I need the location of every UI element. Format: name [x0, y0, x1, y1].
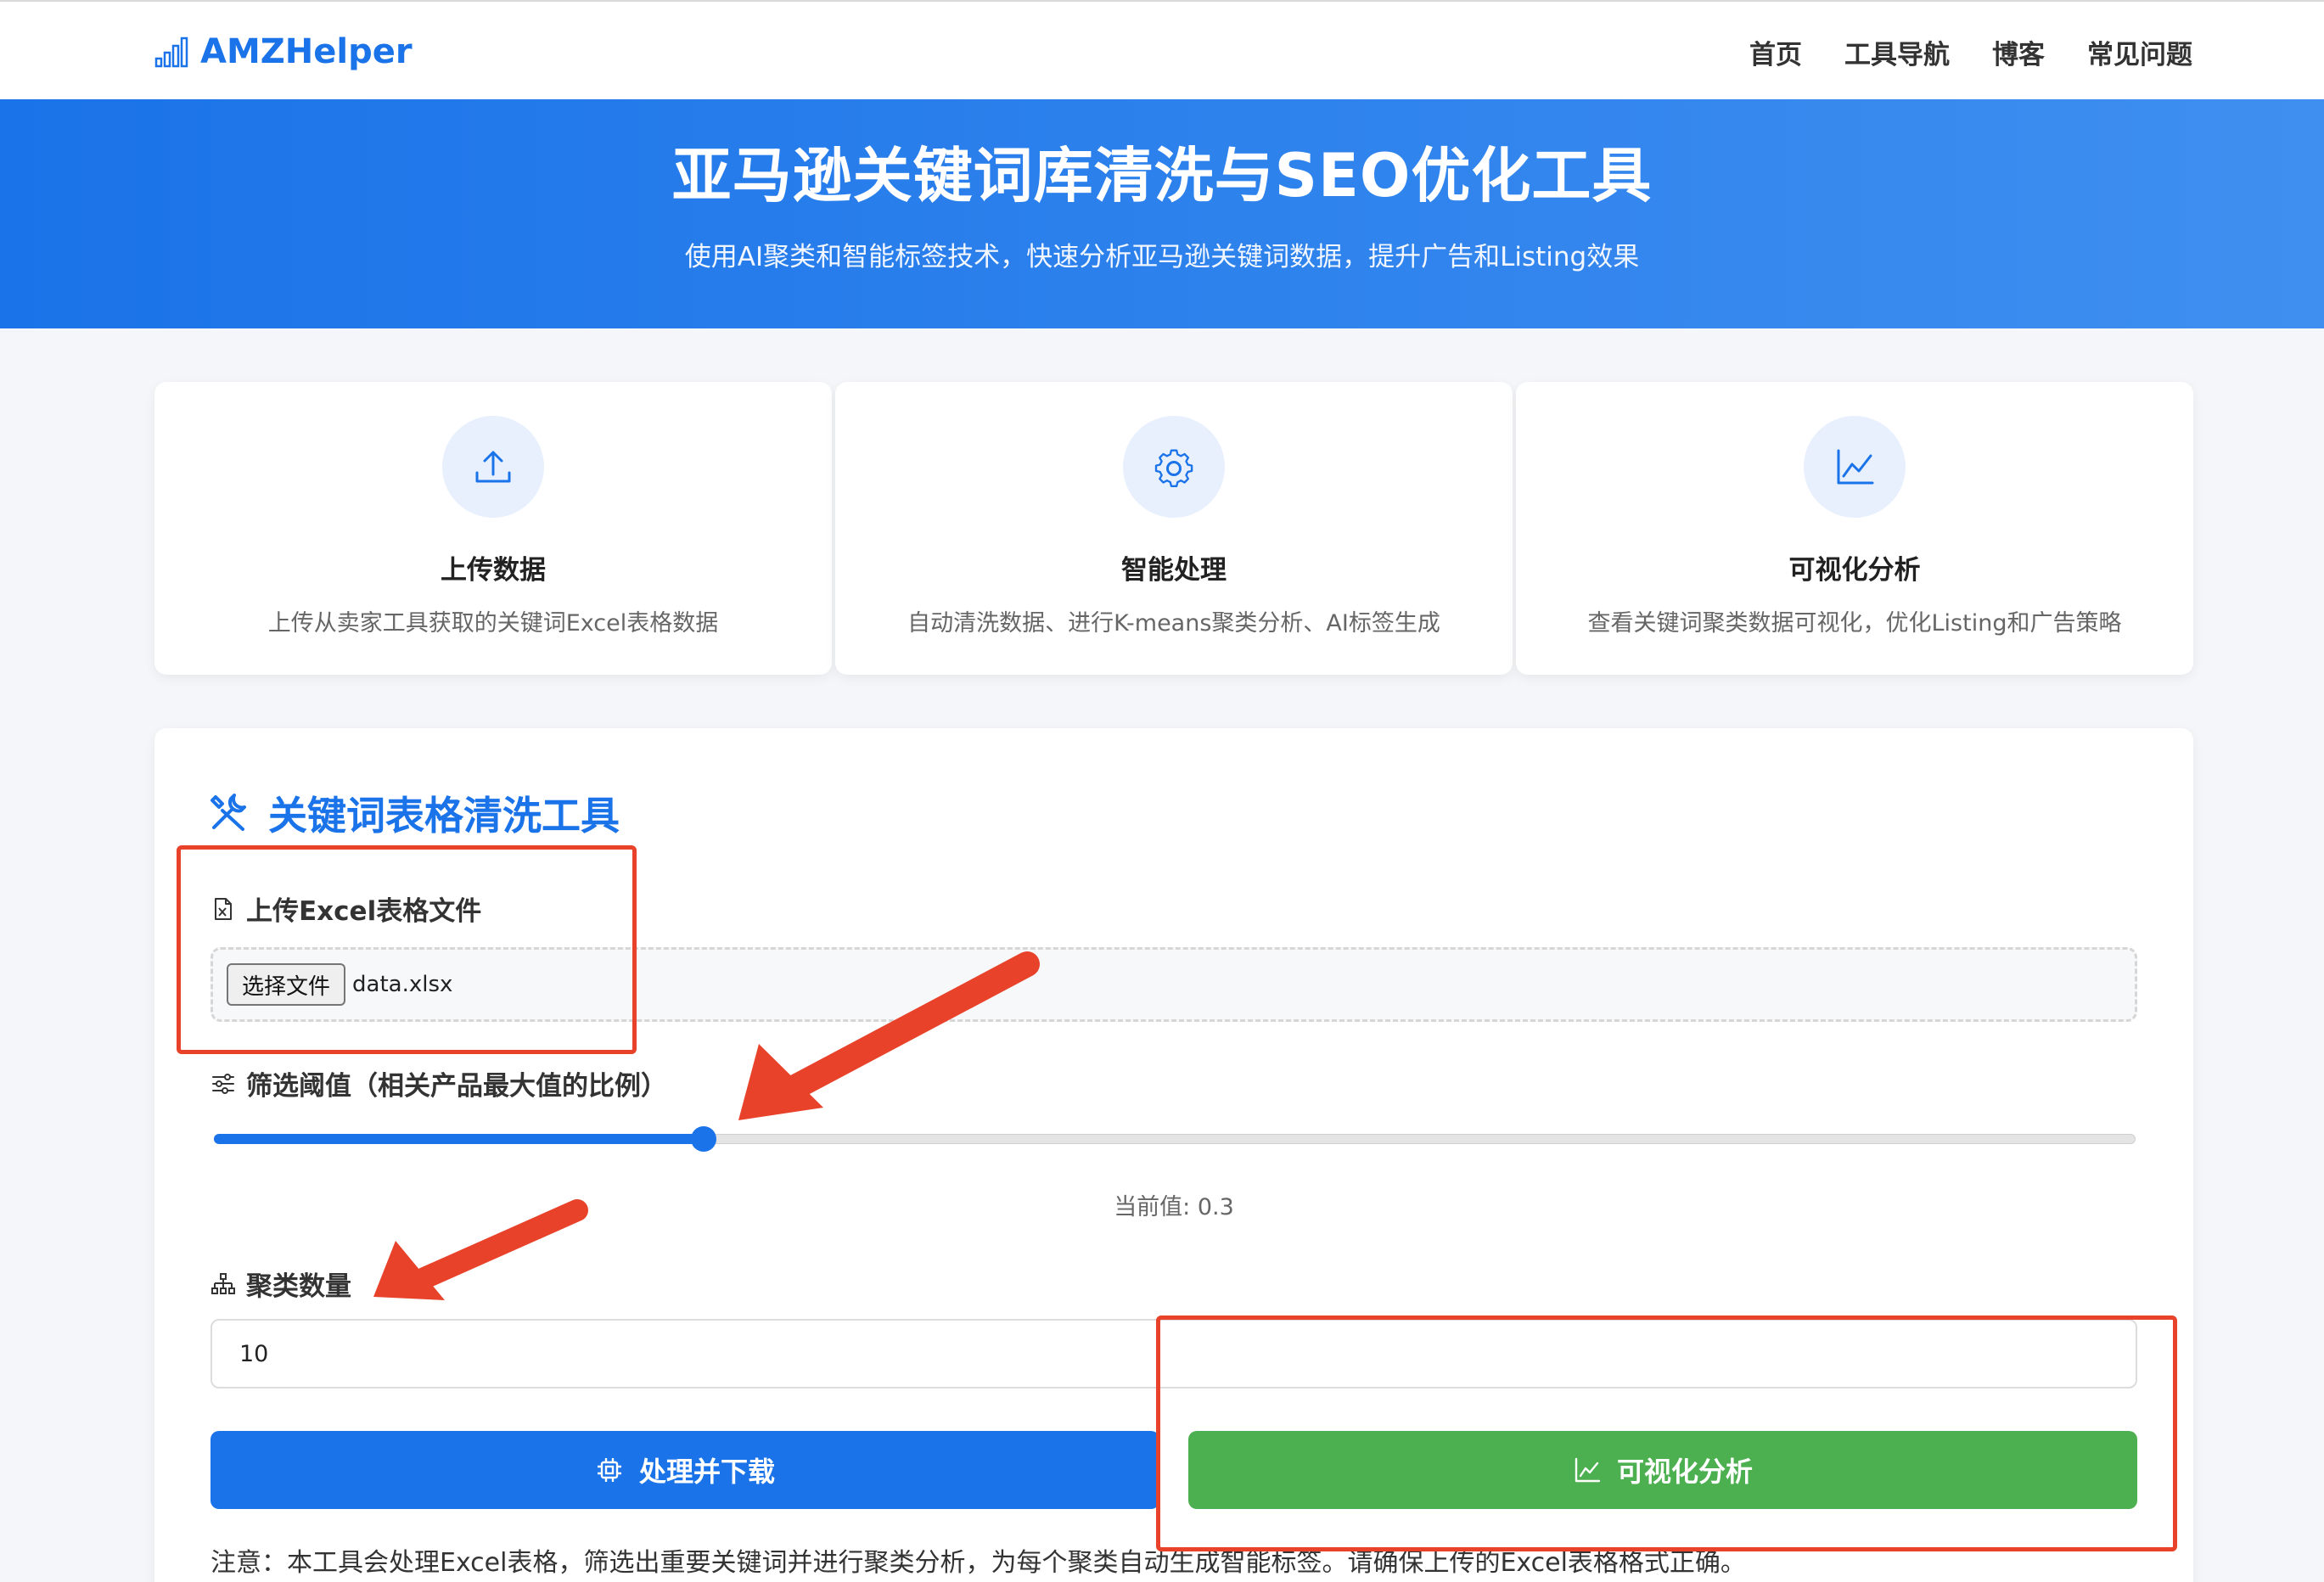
feature-cards: 上传数据 上传从卖家工具获取的关键词Excel表格数据 智能处理 自动清洗数据、…	[154, 382, 2193, 675]
annotation-arrow-slider	[738, 951, 1040, 1120]
feature-desc: 上传从卖家工具获取的关键词Excel表格数据	[267, 610, 719, 637]
process-download-button[interactable]: 处理并下载	[211, 1431, 1159, 1509]
feature-card-visual: 可视化分析 查看关键词聚类数据可视化，优化Listing和广告策略	[1516, 382, 2193, 675]
threshold-slider[interactable]	[214, 1126, 2136, 1152]
feature-desc: 查看关键词聚类数据可视化，优化Listing和广告策略	[1587, 610, 2122, 637]
top-navbar: AMZHelper 首页 工具导航 博客 常见问题	[0, 0, 2324, 99]
feature-card-process: 智能处理 自动清洗数据、进行K-means聚类分析、AI标签生成	[835, 382, 1513, 675]
threshold-label: 筛选阈值（相关产品最大值的比例）	[211, 1064, 667, 1102]
nav-link-blog[interactable]: 博客	[1992, 33, 2045, 71]
brand-name: AMZHelper	[200, 32, 413, 71]
feature-title: 上传数据	[441, 555, 546, 586]
sliders-icon	[212, 1073, 234, 1094]
annotation-arrow-cluster	[373, 1199, 588, 1300]
feature-title: 智能处理	[1121, 555, 1227, 586]
feature-title: 可视化分析	[1788, 555, 1921, 586]
slider-thumb[interactable]	[691, 1126, 716, 1152]
cluster-count-label: 聚类数量	[211, 1265, 351, 1303]
hero-title: 亚马逊关键词库清洗与SEO优化工具	[671, 141, 1653, 210]
tool-title-text: 关键词表格清洗工具	[268, 793, 620, 839]
gear-icon	[1123, 416, 1225, 518]
annotation-box-upload	[177, 845, 637, 1054]
feature-card-upload: 上传数据 上传从卖家工具获取的关键词Excel表格数据	[154, 382, 832, 675]
chart-line-icon	[1804, 416, 1906, 518]
tool-title: 关键词表格清洗工具	[207, 788, 620, 839]
nav-link-faq[interactable]: 常见问题	[2087, 33, 2192, 71]
nav-link-tools[interactable]: 工具导航	[1844, 33, 1950, 71]
tools-icon	[211, 794, 246, 831]
brand-logo[interactable]: AMZHelper	[154, 29, 413, 75]
slider-fill	[214, 1134, 704, 1144]
annotation-box-visual	[1156, 1316, 2177, 1551]
bar-chart-icon	[154, 36, 188, 68]
cpu-icon	[597, 1458, 621, 1482]
nav-link-home[interactable]: 首页	[1749, 33, 1802, 71]
cluster-icon	[211, 1272, 235, 1294]
upload-icon	[442, 416, 544, 518]
nav-links: 首页 工具导航 博客 常见问题	[1749, 29, 2192, 75]
hero-subtitle: 使用AI聚类和智能标签技术，快速分析亚马逊关键词数据，提升广告和Listing效…	[684, 242, 1640, 272]
feature-desc: 自动清洗数据、进行K-means聚类分析、AI标签生成	[907, 610, 1440, 637]
hero-banner: 亚马逊关键词库清洗与SEO优化工具 使用AI聚类和智能标签技术，快速分析亚马逊关…	[0, 99, 2324, 328]
